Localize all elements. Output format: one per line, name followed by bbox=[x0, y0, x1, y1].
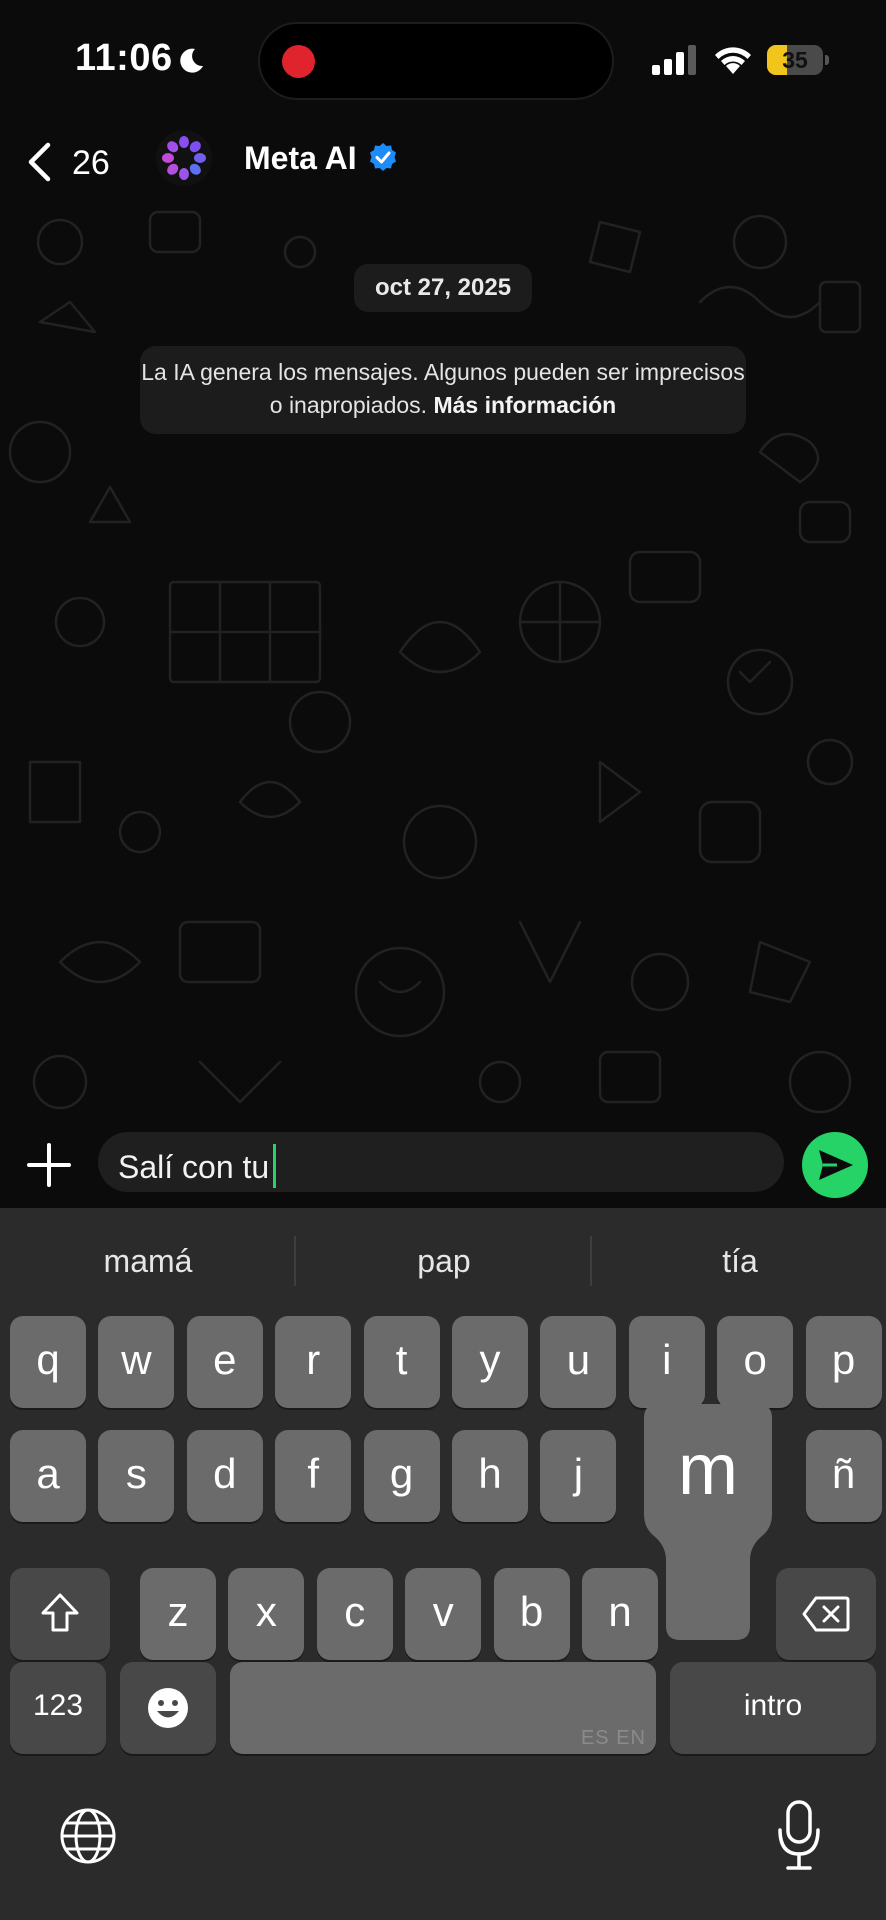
key-q[interactable]: q bbox=[10, 1316, 86, 1408]
wifi-icon bbox=[715, 47, 751, 74]
emoji-key[interactable] bbox=[120, 1662, 216, 1754]
suggestion-bar: mamá pap tía bbox=[0, 1208, 886, 1304]
dynamic-island bbox=[258, 22, 614, 100]
chat-area[interactable]: oct 27, 2025 La IA genera los mensajes. … bbox=[0, 202, 886, 1126]
microphone-icon[interactable] bbox=[776, 1800, 822, 1872]
key-a[interactable]: a bbox=[10, 1430, 86, 1522]
attach-plus-button[interactable] bbox=[24, 1140, 74, 1190]
key-v[interactable]: v bbox=[405, 1568, 482, 1660]
key-x[interactable]: x bbox=[228, 1568, 305, 1660]
chevron-left-icon bbox=[28, 142, 51, 182]
key-e[interactable]: e bbox=[186, 1316, 263, 1408]
key-j[interactable]: j bbox=[540, 1430, 617, 1522]
message-composer: Salí con tu bbox=[0, 1126, 886, 1208]
key-i[interactable]: i bbox=[628, 1316, 705, 1408]
chat-header: 26 Meta AI bbox=[0, 120, 886, 202]
message-input[interactable]: Salí con tu bbox=[98, 1132, 784, 1192]
chat-wallpaper bbox=[8, 210, 862, 1114]
suggestion-item[interactable]: tía bbox=[592, 1208, 886, 1304]
message-text: Salí con tu bbox=[118, 1149, 270, 1185]
key-ñ[interactable]: ñ bbox=[805, 1430, 882, 1522]
delete-key[interactable] bbox=[776, 1568, 876, 1660]
battery-percent: 35 bbox=[782, 47, 808, 73]
key-u[interactable]: u bbox=[540, 1316, 617, 1408]
send-icon bbox=[819, 1150, 853, 1180]
globe-icon[interactable] bbox=[58, 1806, 118, 1866]
cellular-signal-icon bbox=[652, 45, 696, 75]
key-preview-letter: m bbox=[678, 1430, 738, 1510]
unread-count: 26 bbox=[72, 144, 110, 182]
backspace-icon bbox=[802, 1596, 850, 1632]
ai-disclaimer-notice: La IA genera los mensajes. Algunos puede… bbox=[140, 346, 746, 434]
space-bar[interactable]: ES EN bbox=[230, 1662, 656, 1754]
status-bar: 11:06 35 bbox=[0, 0, 886, 120]
key-d[interactable]: d bbox=[186, 1430, 263, 1522]
numbers-key[interactable]: 123 bbox=[10, 1662, 106, 1754]
send-button[interactable] bbox=[802, 1132, 868, 1198]
battery-indicator: 35 bbox=[767, 45, 829, 75]
key-z[interactable]: z bbox=[140, 1568, 216, 1660]
status-time: 11:06 bbox=[75, 37, 173, 79]
shift-icon bbox=[41, 1593, 79, 1632]
moon-icon bbox=[180, 48, 203, 73]
suggestion-item[interactable]: pap bbox=[296, 1208, 592, 1304]
key-t[interactable]: t bbox=[363, 1316, 440, 1408]
key-o[interactable]: o bbox=[717, 1316, 794, 1408]
back-button[interactable]: 26 bbox=[20, 130, 130, 190]
key-b[interactable]: b bbox=[493, 1568, 570, 1660]
key-h[interactable]: h bbox=[452, 1430, 528, 1522]
key-r[interactable]: r bbox=[275, 1316, 352, 1408]
more-info-link[interactable]: Más información bbox=[433, 392, 616, 418]
key-g[interactable]: g bbox=[363, 1430, 440, 1522]
key-f[interactable]: f bbox=[275, 1430, 352, 1522]
space-language-label: ES EN bbox=[580, 1727, 646, 1749]
key-p[interactable]: p bbox=[805, 1316, 882, 1408]
shift-key[interactable] bbox=[10, 1568, 110, 1660]
meta-ai-logo-icon[interactable] bbox=[156, 130, 212, 186]
return-key[interactable]: intro bbox=[670, 1662, 876, 1754]
key-s[interactable]: s bbox=[98, 1430, 175, 1522]
date-chip: oct 27, 2025 bbox=[354, 264, 532, 312]
text-caret bbox=[273, 1144, 277, 1188]
verified-badge-icon bbox=[370, 143, 396, 171]
suggestion-item[interactable]: mamá bbox=[0, 1208, 296, 1304]
key-w[interactable]: w bbox=[98, 1316, 175, 1408]
key-y[interactable]: y bbox=[452, 1316, 528, 1408]
recording-indicator-icon bbox=[282, 45, 315, 78]
emoji-icon bbox=[148, 1688, 188, 1728]
contact-name[interactable]: Meta AI bbox=[244, 140, 357, 177]
key-c[interactable]: c bbox=[316, 1568, 393, 1660]
